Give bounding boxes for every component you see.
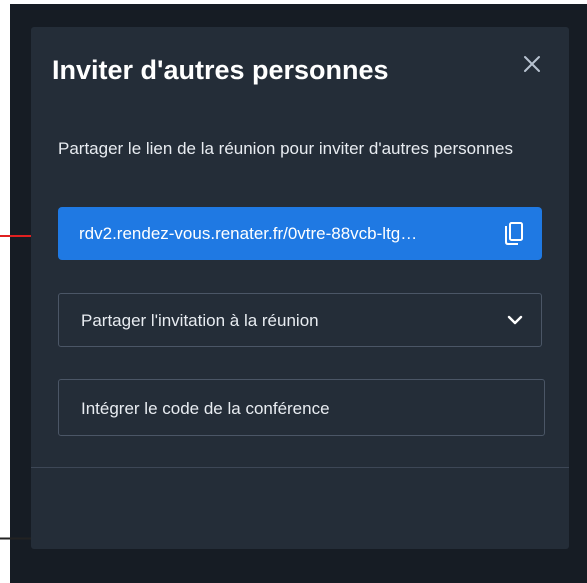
embed-conference-button[interactable]: Intégrer le code de la conférence bbox=[58, 379, 545, 436]
invite-dialog: Inviter d'autres personnes Partager le l… bbox=[31, 27, 569, 549]
chevron-down-icon bbox=[507, 315, 523, 325]
share-invitation-dropdown[interactable]: Partager l'invitation à la réunion bbox=[58, 293, 542, 347]
close-button[interactable] bbox=[518, 50, 546, 78]
embed-conference-label: Intégrer le code de la conférence bbox=[81, 399, 330, 418]
share-description: Partager le lien de la réunion pour invi… bbox=[58, 139, 513, 158]
share-invitation-label: Partager l'invitation à la réunion bbox=[81, 311, 319, 330]
copy-link-button[interactable] bbox=[501, 221, 527, 247]
copy-icon bbox=[505, 222, 523, 245]
dialog-divider bbox=[31, 467, 569, 468]
close-icon bbox=[524, 56, 540, 72]
dialog-title: Inviter d'autres personnes bbox=[52, 55, 389, 85]
meeting-link-copy-box[interactable]: rdv2.rendez-vous.renater.fr/0vtre-88vcb-… bbox=[58, 207, 542, 260]
meeting-link-text: rdv2.rendez-vous.renater.fr/0vtre-88vcb-… bbox=[79, 224, 418, 243]
